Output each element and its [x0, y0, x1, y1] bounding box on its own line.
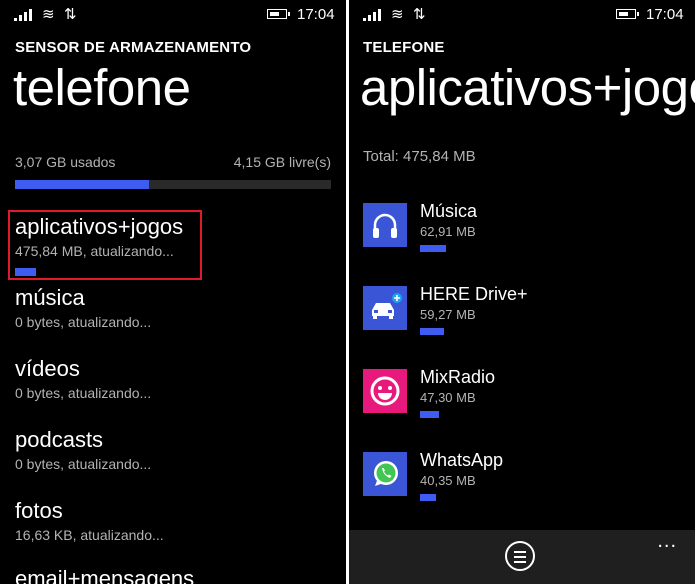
category-name: fotos — [15, 498, 63, 523]
signal-strength-icon — [363, 9, 385, 21]
category-item-music[interactable]: música 0 bytes, atualizando... — [15, 285, 151, 330]
app-bar: ... — [349, 530, 695, 584]
status-clock: 17:04 — [297, 6, 335, 23]
category-name: música — [15, 285, 85, 310]
smiley-icon — [363, 369, 407, 413]
app-usage-bar — [420, 494, 436, 501]
category-item-photos[interactable]: fotos 16,63 KB, atualizando... — [15, 498, 164, 543]
status-bar: ≋ ⇅ 17:04 — [0, 0, 346, 28]
category-detail: 16,63 KB, atualizando... — [15, 527, 164, 543]
app-usage-bar — [420, 328, 444, 335]
status-clock: 17:04 — [646, 6, 684, 23]
app-usage-bar — [420, 245, 446, 252]
wifi-icon: ≋ — [391, 6, 404, 23]
apps-games-screen: ≋ ⇅ 17:04 TELEFONE aplicativos+jogos Tot… — [349, 0, 695, 584]
battery-icon — [267, 9, 290, 19]
usage-bar-fill — [15, 180, 150, 189]
section-title: TELEFONE — [363, 39, 445, 56]
storage-sense-screen: ≋ ⇅ 17:04 SENSOR DE ARMAZENAMENTO telefo… — [0, 0, 346, 584]
category-usage-bar — [15, 268, 36, 276]
category-item-apps-games[interactable]: aplicativos+jogos 475,84 MB, atualizando… — [15, 214, 183, 276]
battery-icon — [616, 9, 639, 19]
category-detail: 0 bytes, atualizando... — [15, 314, 152, 330]
category-name: podcasts — [15, 427, 104, 452]
app-item-whatsapp[interactable]: WhatsApp 40,35 MB — [363, 450, 683, 520]
app-item-mixradio[interactable]: MixRadio 47,30 MB — [363, 367, 683, 437]
app-size: 62,91 MB — [420, 224, 476, 239]
app-item-music[interactable]: Música 62,91 MB — [363, 201, 683, 271]
status-bar: ≋ ⇅ 17:04 — [349, 0, 695, 28]
app-size: 59,27 MB — [420, 307, 476, 322]
more-options-button[interactable]: ... — [657, 530, 677, 553]
usage-bar — [15, 180, 331, 189]
free-space-label: 4,15 GB livre(s) — [233, 154, 331, 170]
total-label: Total: — [363, 148, 399, 165]
headphones-icon — [363, 203, 407, 247]
data-connection-icon: ⇅ — [413, 6, 426, 23]
category-item-videos[interactable]: vídeos 0 bytes, atualizando... — [15, 356, 151, 401]
section-title: SENSOR DE ARMAZENAMENTO — [15, 39, 252, 56]
app-item-here-drive[interactable]: HERE Drive+ 59,27 MB — [363, 284, 683, 354]
whatsapp-icon — [363, 452, 407, 496]
wifi-icon: ≋ — [42, 6, 55, 23]
total-value: 475,84 MB — [403, 148, 476, 165]
category-item-podcasts[interactable]: podcasts 0 bytes, atualizando... — [15, 427, 151, 472]
app-usage-bar — [420, 411, 439, 418]
car-icon — [363, 286, 407, 330]
app-size: 40,35 MB — [420, 473, 476, 488]
app-name: MixRadio — [420, 367, 496, 387]
category-detail: 475,84 MB, atualizando... — [15, 243, 174, 259]
app-name: HERE Drive+ — [420, 284, 528, 304]
category-item-email-messages[interactable]: email+mensagens — [15, 566, 194, 584]
data-connection-icon: ⇅ — [64, 6, 77, 23]
signal-strength-icon — [14, 9, 36, 21]
app-name: Música — [420, 201, 478, 221]
category-name: aplicativos+jogos — [15, 214, 184, 239]
usage-summary: 3,07 GB usados 4,15 GB livre(s) — [15, 154, 331, 170]
page-title: telefone — [13, 59, 191, 116]
total-size: Total: 475,84 MB — [363, 148, 476, 165]
app-size: 47,30 MB — [420, 390, 476, 405]
sort-list-button[interactable] — [505, 541, 535, 571]
category-detail: 0 bytes, atualizando... — [15, 385, 152, 401]
page-title: aplicativos+jogos — [360, 59, 695, 116]
category-detail: 0 bytes, atualizando... — [15, 456, 152, 472]
category-name: email+mensagens — [15, 566, 195, 584]
category-name: vídeos — [15, 356, 80, 381]
app-name: WhatsApp — [420, 450, 504, 470]
used-space-label: 3,07 GB usados — [15, 154, 116, 170]
